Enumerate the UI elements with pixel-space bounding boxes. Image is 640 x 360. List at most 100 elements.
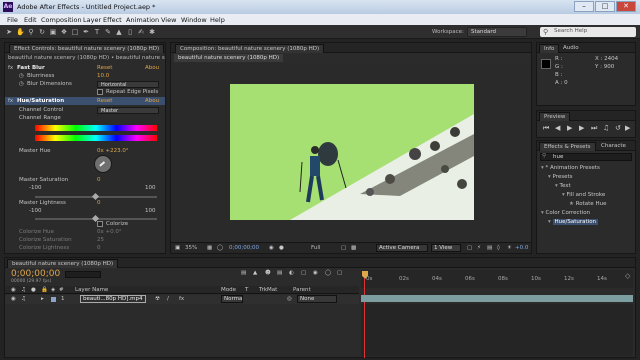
audio-icon[interactable]: ♫ — [603, 124, 609, 132]
menu-edit[interactable]: Edit — [24, 16, 37, 24]
stopwatch-icon[interactable]: ◷ — [19, 80, 24, 88]
channel-range-spectrum-top[interactable] — [35, 125, 157, 131]
brush-tool-icon[interactable]: ✎ — [104, 28, 112, 36]
timeline-icon[interactable]: ▤ — [487, 245, 492, 251]
colorize-row[interactable]: Colorize — [5, 220, 165, 228]
comp-mini-flowchart-icon[interactable]: ▤ — [241, 270, 246, 276]
grid-icon[interactable]: ▦ — [207, 245, 212, 251]
fx-toggle-icon[interactable]: fx — [8, 97, 13, 105]
zoom-tool-icon[interactable]: ⚲ — [27, 28, 35, 36]
pen-tool-icon[interactable]: ✒ — [82, 28, 90, 36]
resolution-select[interactable]: Full — [311, 245, 320, 251]
draft-3d-icon[interactable]: ▲ — [253, 270, 257, 276]
menu-layer[interactable]: Layer — [83, 16, 101, 24]
channel-range-spectrum-bottom[interactable] — [35, 135, 157, 141]
effects-tree-item[interactable]: ▾ Hue/Saturation — [548, 218, 599, 226]
repeat-edge-row[interactable]: Repeat Edge Pixels — [5, 88, 165, 96]
timeline-track-area[interactable] — [361, 304, 633, 356]
next-frame-icon[interactable]: ▶ — [579, 124, 584, 132]
col-parent[interactable]: Parent — [293, 287, 311, 293]
maximize-button[interactable]: □ — [595, 1, 615, 12]
tab-composition[interactable]: Composition: beautiful nature scenery (1… — [175, 44, 325, 53]
effects-tree-item[interactable]: ★ Rotate Hue — [569, 200, 606, 208]
menu-window[interactable]: Window — [181, 16, 207, 24]
channel-control-row[interactable]: Channel Control Master — [5, 106, 165, 114]
repeat-edge-checkbox[interactable] — [97, 89, 103, 95]
blurriness-row[interactable]: ◷ Blurriness 10.0 — [5, 72, 165, 80]
audio-toggle-icon[interactable]: ♫ — [21, 296, 26, 302]
channel-icon[interactable]: ● — [279, 245, 284, 251]
menu-animation[interactable]: Animation — [126, 16, 159, 24]
blurriness-value[interactable]: 10.0 — [97, 72, 109, 80]
camera-tool-icon[interactable]: ▣ — [49, 28, 57, 36]
timeline-timecode[interactable]: 0;00;00;00 — [11, 269, 60, 279]
ram-preview-icon[interactable]: ▶ — [625, 124, 630, 132]
prev-frame-icon[interactable]: ◀ — [555, 124, 560, 132]
timeline-zoom-icon[interactable]: ◇ — [625, 272, 633, 280]
effects-tree-item[interactable]: ▾ Fill and Stroke — [562, 191, 605, 199]
rectangle-tool-icon[interactable]: □ — [71, 28, 79, 36]
effects-tree-item[interactable]: ▾ * Animation Presets — [541, 164, 600, 172]
master-saturation-row[interactable]: Master Saturation 0 — [5, 176, 165, 184]
loop-icon[interactable]: ↺ — [615, 124, 621, 132]
workspace-select[interactable]: Standard — [467, 27, 527, 37]
col-trkmat[interactable]: TrkMat — [259, 287, 277, 293]
effects-tree-item[interactable]: ▾ Presets — [548, 173, 573, 181]
label-color-swatch[interactable] — [51, 297, 56, 302]
stopwatch-icon[interactable]: ◷ — [19, 72, 24, 80]
brainstorm-icon[interactable]: ◉ — [313, 270, 318, 276]
hue-saturation-about[interactable]: Abou — [145, 97, 159, 105]
mask-icon[interactable]: ◯ — [217, 245, 223, 251]
roto-brush-tool-icon[interactable]: ✍ — [137, 28, 145, 36]
menu-view[interactable]: View — [161, 16, 176, 24]
layer-name[interactable]: beauti...80p HD].mp4 — [80, 295, 146, 303]
col-mode[interactable]: Mode — [221, 287, 236, 293]
auto-keyframe-icon[interactable]: ◯ — [325, 270, 331, 276]
tab-effect-controls[interactable]: Effect Controls: beautiful nature scener… — [9, 44, 165, 53]
effects-tree-item[interactable]: ▾ Text — [555, 182, 571, 190]
flowchart-icon[interactable]: ◊ — [497, 245, 500, 251]
play-icon[interactable]: ▶ — [567, 124, 572, 132]
master-saturation-value[interactable]: 0 — [97, 176, 101, 184]
type-tool-icon[interactable]: T — [93, 28, 101, 36]
shy-layers-icon[interactable]: ☻ — [265, 270, 271, 276]
master-lightness-row[interactable]: Master Lightness 0 — [5, 199, 165, 207]
tab-character[interactable]: Characte — [597, 142, 630, 151]
master-hue-dial[interactable] — [94, 155, 112, 173]
expand-arrow-icon[interactable]: ▸ — [41, 296, 44, 302]
fx-switch-icon[interactable]: / — [167, 296, 169, 302]
zoom-select[interactable]: 35% — [185, 245, 197, 251]
layer-duration-bar[interactable] — [361, 295, 633, 302]
master-hue-value[interactable]: 0x +223.0° — [97, 147, 129, 155]
eye-icon[interactable]: ◉ — [11, 296, 16, 302]
minimize-button[interactable]: – — [574, 1, 594, 12]
close-button[interactable]: ✕ — [616, 1, 636, 12]
transparency-grid-icon[interactable]: ▩ — [351, 245, 356, 251]
tab-info[interactable]: Info — [539, 44, 560, 53]
fast-blur-row[interactable]: fx Fast Blur Reset Abou — [5, 64, 165, 72]
menu-file[interactable]: File — [7, 16, 18, 24]
pan-behind-tool-icon[interactable]: ❖ — [60, 28, 68, 36]
menu-help[interactable]: Help — [210, 16, 225, 24]
colorize-checkbox[interactable] — [97, 221, 103, 227]
layer-row[interactable]: ◉ ♫ ▸ 1 beauti...80p HD].mp4 ☢ / fx Norm… — [5, 295, 359, 304]
tree-arrow-icon[interactable]: ★ — [569, 201, 576, 207]
hue-saturation-reset[interactable]: Reset — [97, 97, 112, 105]
puppet-tool-icon[interactable]: ✱ — [148, 28, 156, 36]
first-frame-icon[interactable]: ⏮ — [543, 124, 549, 133]
rotate-tool-icon[interactable]: ↻ — [38, 28, 46, 36]
menu-composition[interactable]: Composition — [41, 16, 82, 24]
playhead-line[interactable] — [364, 278, 365, 358]
fast-blur-about[interactable]: Abou — [145, 64, 159, 72]
composition-frame[interactable] — [230, 84, 474, 220]
frame-blending-icon[interactable]: ▤ — [277, 270, 282, 276]
graph-editor-icon[interactable]: ▢ — [301, 270, 306, 276]
fast-previews-icon[interactable]: ⚡ — [477, 245, 481, 251]
last-frame-icon[interactable]: ⏭ — [591, 124, 597, 133]
effects-tree-item[interactable]: ▾ Color Correction — [541, 209, 590, 217]
camera-select[interactable]: Active Camera — [376, 244, 428, 252]
composition-subtab[interactable]: beautiful nature scenery (1080p HD) — [174, 54, 284, 62]
fx-toggle-icon[interactable]: fx — [8, 64, 13, 72]
master-hue-row[interactable]: Master Hue 0x +223.0° — [5, 147, 165, 155]
effects-search-input[interactable]: hue — [540, 153, 632, 161]
